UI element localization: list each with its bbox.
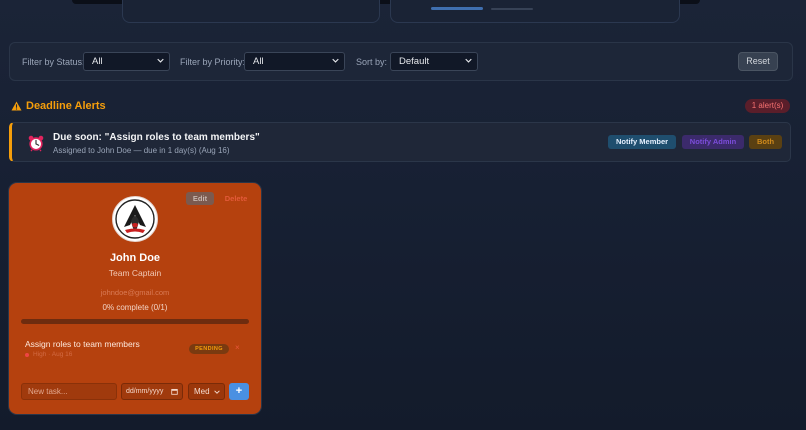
priority-select-value: Med	[194, 387, 210, 396]
deadline-alert-item: Due soon: "Assign roles to team members"…	[9, 122, 791, 162]
alert-subtitle: Assigned to John Doe — due in 1 day(s) (…	[53, 146, 230, 155]
deadline-alerts-heading: Deadline Alerts	[11, 100, 106, 112]
add-task-button[interactable]: +	[229, 383, 249, 400]
calendar-icon	[171, 388, 178, 395]
alarm-clock-icon	[28, 135, 44, 152]
new-task-input[interactable]: New task...	[21, 383, 117, 400]
member-name: John Doe	[109, 252, 161, 264]
status-badge[interactable]: PENDING	[189, 344, 229, 354]
member-email: johndoe@gmail.com	[100, 288, 170, 297]
priority-dot-icon	[25, 352, 29, 357]
warning-icon	[11, 101, 22, 111]
due-date-input[interactable]: dd/mm/yyyy	[121, 383, 183, 400]
progress-bar	[21, 319, 249, 324]
member-card: Edit Delete John Doe Team Captain johndo…	[9, 183, 261, 414]
status-filter-value: All	[92, 56, 103, 67]
stats-panel-right	[390, 0, 680, 23]
chevron-down-icon	[332, 58, 339, 63]
chevron-down-icon	[214, 390, 220, 394]
task-meta: High · Aug 16	[25, 351, 72, 358]
task-meta-text: High · Aug 16	[33, 351, 73, 358]
notify-admin-button[interactable]: Notify Admin	[682, 135, 744, 149]
filter-bar: Filter by Status: All Filter by Priority…	[9, 42, 793, 81]
sort-label: Sort by:	[356, 57, 388, 67]
reset-button[interactable]: Reset	[738, 52, 778, 71]
priority-filter-select[interactable]: All	[244, 52, 345, 71]
task-title: Assign roles to team members	[25, 339, 140, 349]
notify-both-button[interactable]: Both	[749, 135, 782, 149]
stats-panel-left	[122, 0, 380, 23]
alert-title: Due soon: "Assign roles to team members"	[53, 132, 260, 143]
member-progress-text: 0% complete (0/1)	[102, 303, 168, 312]
edit-button[interactable]: Edit	[186, 192, 214, 205]
active-tab-indicator	[431, 7, 483, 10]
notify-member-button[interactable]: Notify Member	[608, 135, 676, 149]
sort-select[interactable]: Default	[390, 52, 478, 71]
status-filter-select[interactable]: All	[83, 52, 170, 71]
assassin-emblem-icon	[115, 199, 155, 239]
priority-filter-value: All	[253, 56, 264, 67]
deadline-alerts-title: Deadline Alerts	[26, 100, 106, 112]
status-filter-label: Filter by Status:	[22, 57, 85, 67]
member-role: Team Captain	[108, 268, 162, 278]
remove-task-button[interactable]: ×	[235, 343, 240, 352]
alert-count-badge: 1 alert(s)	[745, 99, 790, 113]
chevron-down-icon	[465, 58, 472, 63]
priority-select[interactable]: Med	[188, 383, 225, 400]
due-date-placeholder: dd/mm/yyyy	[126, 388, 164, 395]
priority-filter-label: Filter by Priority:	[180, 57, 246, 67]
delete-button[interactable]: Delete	[220, 192, 252, 205]
sort-value: Default	[399, 56, 430, 67]
avatar	[112, 196, 158, 242]
chevron-down-icon	[157, 58, 164, 63]
inactive-tab-indicator	[491, 8, 533, 10]
